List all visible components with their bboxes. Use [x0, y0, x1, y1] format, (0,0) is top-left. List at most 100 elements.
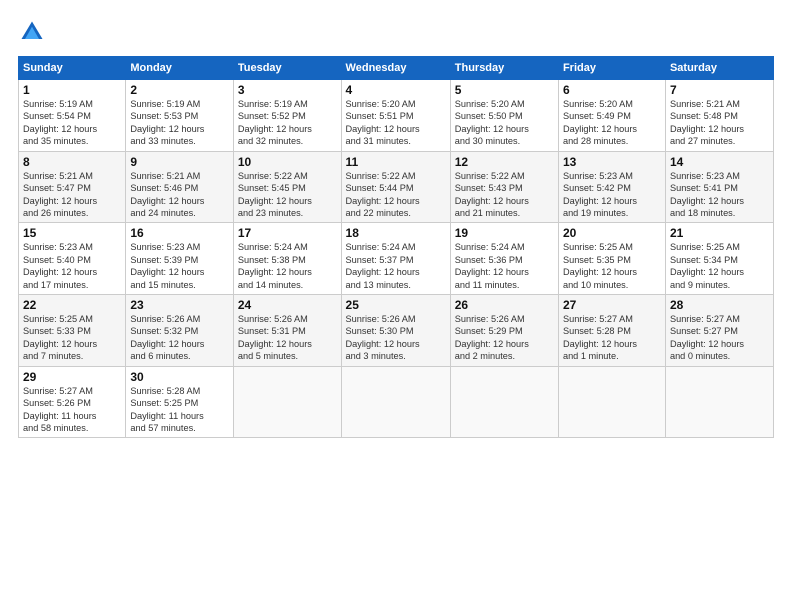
calendar-body: 1Sunrise: 5:19 AM Sunset: 5:54 PM Daylig…	[19, 80, 774, 438]
day-info: Sunrise: 5:24 AM Sunset: 5:36 PM Dayligh…	[455, 241, 554, 291]
day-number: 10	[238, 155, 337, 169]
day-number: 23	[130, 298, 229, 312]
day-info: Sunrise: 5:21 AM Sunset: 5:47 PM Dayligh…	[23, 170, 121, 220]
day-number: 27	[563, 298, 661, 312]
day-number: 7	[670, 83, 769, 97]
day-number: 29	[23, 370, 121, 384]
calendar-cell: 10Sunrise: 5:22 AM Sunset: 5:45 PM Dayli…	[233, 151, 341, 223]
page-header	[18, 18, 774, 46]
day-info: Sunrise: 5:25 AM Sunset: 5:33 PM Dayligh…	[23, 313, 121, 363]
day-info: Sunrise: 5:27 AM Sunset: 5:26 PM Dayligh…	[23, 385, 121, 435]
calendar-cell: 16Sunrise: 5:23 AM Sunset: 5:39 PM Dayli…	[126, 223, 234, 295]
day-number: 25	[346, 298, 446, 312]
calendar-cell: 1Sunrise: 5:19 AM Sunset: 5:54 PM Daylig…	[19, 80, 126, 152]
day-info: Sunrise: 5:27 AM Sunset: 5:27 PM Dayligh…	[670, 313, 769, 363]
calendar-week-2: 8Sunrise: 5:21 AM Sunset: 5:47 PM Daylig…	[19, 151, 774, 223]
calendar-cell	[341, 366, 450, 438]
calendar-cell: 20Sunrise: 5:25 AM Sunset: 5:35 PM Dayli…	[558, 223, 665, 295]
day-number: 28	[670, 298, 769, 312]
day-number: 1	[23, 83, 121, 97]
calendar-week-4: 22Sunrise: 5:25 AM Sunset: 5:33 PM Dayli…	[19, 295, 774, 367]
day-info: Sunrise: 5:23 AM Sunset: 5:41 PM Dayligh…	[670, 170, 769, 220]
weekday-header-sunday: Sunday	[19, 57, 126, 80]
calendar-cell: 23Sunrise: 5:26 AM Sunset: 5:32 PM Dayli…	[126, 295, 234, 367]
day-number: 16	[130, 226, 229, 240]
logo-icon	[18, 18, 46, 46]
day-info: Sunrise: 5:24 AM Sunset: 5:38 PM Dayligh…	[238, 241, 337, 291]
day-number: 9	[130, 155, 229, 169]
day-number: 26	[455, 298, 554, 312]
calendar-cell: 21Sunrise: 5:25 AM Sunset: 5:34 PM Dayli…	[665, 223, 773, 295]
calendar-cell: 13Sunrise: 5:23 AM Sunset: 5:42 PM Dayli…	[558, 151, 665, 223]
calendar-cell: 7Sunrise: 5:21 AM Sunset: 5:48 PM Daylig…	[665, 80, 773, 152]
weekday-header-monday: Monday	[126, 57, 234, 80]
calendar-week-3: 15Sunrise: 5:23 AM Sunset: 5:40 PM Dayli…	[19, 223, 774, 295]
calendar-cell: 17Sunrise: 5:24 AM Sunset: 5:38 PM Dayli…	[233, 223, 341, 295]
logo	[18, 18, 50, 46]
day-info: Sunrise: 5:21 AM Sunset: 5:48 PM Dayligh…	[670, 98, 769, 148]
weekday-header-saturday: Saturday	[665, 57, 773, 80]
day-info: Sunrise: 5:22 AM Sunset: 5:44 PM Dayligh…	[346, 170, 446, 220]
day-number: 12	[455, 155, 554, 169]
day-number: 13	[563, 155, 661, 169]
day-number: 11	[346, 155, 446, 169]
calendar-cell: 27Sunrise: 5:27 AM Sunset: 5:28 PM Dayli…	[558, 295, 665, 367]
day-info: Sunrise: 5:19 AM Sunset: 5:54 PM Dayligh…	[23, 98, 121, 148]
calendar-cell: 15Sunrise: 5:23 AM Sunset: 5:40 PM Dayli…	[19, 223, 126, 295]
day-info: Sunrise: 5:22 AM Sunset: 5:45 PM Dayligh…	[238, 170, 337, 220]
day-info: Sunrise: 5:23 AM Sunset: 5:40 PM Dayligh…	[23, 241, 121, 291]
day-info: Sunrise: 5:25 AM Sunset: 5:35 PM Dayligh…	[563, 241, 661, 291]
calendar-cell	[558, 366, 665, 438]
day-number: 30	[130, 370, 229, 384]
day-number: 19	[455, 226, 554, 240]
calendar-cell: 28Sunrise: 5:27 AM Sunset: 5:27 PM Dayli…	[665, 295, 773, 367]
day-number: 21	[670, 226, 769, 240]
calendar-cell: 19Sunrise: 5:24 AM Sunset: 5:36 PM Dayli…	[450, 223, 558, 295]
calendar-table: SundayMondayTuesdayWednesdayThursdayFrid…	[18, 56, 774, 438]
calendar-cell: 4Sunrise: 5:20 AM Sunset: 5:51 PM Daylig…	[341, 80, 450, 152]
day-info: Sunrise: 5:27 AM Sunset: 5:28 PM Dayligh…	[563, 313, 661, 363]
calendar-week-1: 1Sunrise: 5:19 AM Sunset: 5:54 PM Daylig…	[19, 80, 774, 152]
day-info: Sunrise: 5:26 AM Sunset: 5:30 PM Dayligh…	[346, 313, 446, 363]
day-info: Sunrise: 5:23 AM Sunset: 5:39 PM Dayligh…	[130, 241, 229, 291]
weekday-header-friday: Friday	[558, 57, 665, 80]
calendar-cell: 11Sunrise: 5:22 AM Sunset: 5:44 PM Dayli…	[341, 151, 450, 223]
day-number: 24	[238, 298, 337, 312]
weekday-header-wednesday: Wednesday	[341, 57, 450, 80]
day-number: 18	[346, 226, 446, 240]
day-number: 22	[23, 298, 121, 312]
day-info: Sunrise: 5:21 AM Sunset: 5:46 PM Dayligh…	[130, 170, 229, 220]
weekday-header-thursday: Thursday	[450, 57, 558, 80]
day-info: Sunrise: 5:26 AM Sunset: 5:32 PM Dayligh…	[130, 313, 229, 363]
day-info: Sunrise: 5:22 AM Sunset: 5:43 PM Dayligh…	[455, 170, 554, 220]
calendar-cell	[233, 366, 341, 438]
calendar-cell: 8Sunrise: 5:21 AM Sunset: 5:47 PM Daylig…	[19, 151, 126, 223]
day-number: 5	[455, 83, 554, 97]
calendar-week-5: 29Sunrise: 5:27 AM Sunset: 5:26 PM Dayli…	[19, 366, 774, 438]
calendar-cell: 12Sunrise: 5:22 AM Sunset: 5:43 PM Dayli…	[450, 151, 558, 223]
calendar-cell: 6Sunrise: 5:20 AM Sunset: 5:49 PM Daylig…	[558, 80, 665, 152]
day-number: 6	[563, 83, 661, 97]
day-number: 20	[563, 226, 661, 240]
day-info: Sunrise: 5:20 AM Sunset: 5:51 PM Dayligh…	[346, 98, 446, 148]
calendar-cell	[450, 366, 558, 438]
calendar-cell: 2Sunrise: 5:19 AM Sunset: 5:53 PM Daylig…	[126, 80, 234, 152]
calendar-cell	[665, 366, 773, 438]
day-info: Sunrise: 5:23 AM Sunset: 5:42 PM Dayligh…	[563, 170, 661, 220]
weekday-header-tuesday: Tuesday	[233, 57, 341, 80]
calendar-cell: 26Sunrise: 5:26 AM Sunset: 5:29 PM Dayli…	[450, 295, 558, 367]
calendar-cell: 24Sunrise: 5:26 AM Sunset: 5:31 PM Dayli…	[233, 295, 341, 367]
calendar-cell: 14Sunrise: 5:23 AM Sunset: 5:41 PM Dayli…	[665, 151, 773, 223]
day-number: 2	[130, 83, 229, 97]
day-info: Sunrise: 5:28 AM Sunset: 5:25 PM Dayligh…	[130, 385, 229, 435]
day-info: Sunrise: 5:26 AM Sunset: 5:29 PM Dayligh…	[455, 313, 554, 363]
day-number: 3	[238, 83, 337, 97]
day-info: Sunrise: 5:25 AM Sunset: 5:34 PM Dayligh…	[670, 241, 769, 291]
day-info: Sunrise: 5:19 AM Sunset: 5:53 PM Dayligh…	[130, 98, 229, 148]
day-number: 4	[346, 83, 446, 97]
day-number: 17	[238, 226, 337, 240]
day-info: Sunrise: 5:19 AM Sunset: 5:52 PM Dayligh…	[238, 98, 337, 148]
day-info: Sunrise: 5:26 AM Sunset: 5:31 PM Dayligh…	[238, 313, 337, 363]
calendar-cell: 5Sunrise: 5:20 AM Sunset: 5:50 PM Daylig…	[450, 80, 558, 152]
calendar-cell: 22Sunrise: 5:25 AM Sunset: 5:33 PM Dayli…	[19, 295, 126, 367]
